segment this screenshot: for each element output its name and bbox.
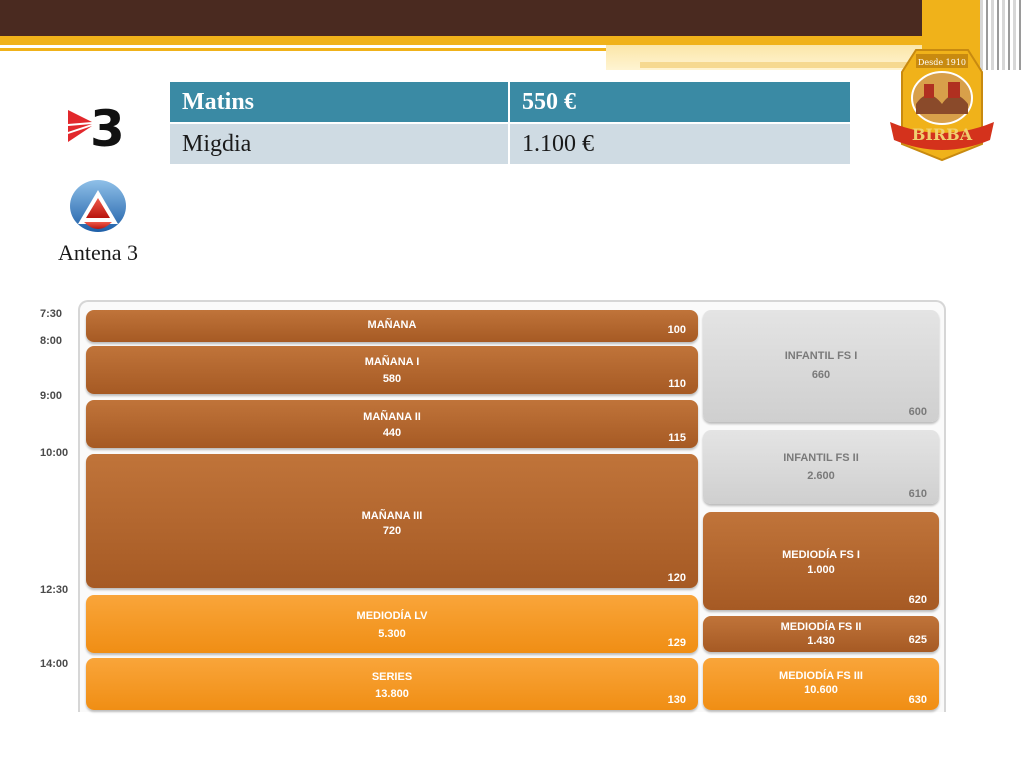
block-code: 115 (668, 432, 686, 444)
schedule-block-infantil-fs-ii: INFANTIL FS II 2.600 610 (703, 430, 939, 504)
price-table-row: Migdia 1.100 € (168, 122, 852, 166)
row-slot: Migdia (168, 122, 510, 166)
block-value: 1.430 (807, 635, 835, 647)
block-name: MAÑANA III (361, 510, 423, 522)
block-code: 129 (667, 637, 686, 649)
birba-name: BIRBA (912, 125, 973, 144)
block-value: 580 (382, 373, 402, 385)
birba-logo: Desde 1910 BIRBA (886, 44, 998, 164)
antena3-icon (70, 180, 126, 232)
birba-tagline: Desde 1910 (918, 58, 966, 67)
antena3-name: Antena 3 (57, 240, 139, 265)
block-value: 2.600 (807, 470, 835, 482)
top-banner (0, 0, 1024, 36)
schedule-block-mediodia-lv: MEDIODÍA LV 5.300 129 (86, 595, 698, 653)
block-value: 5.300 (378, 628, 406, 640)
header-price: 550 € (508, 80, 852, 124)
block-name: MEDIODÍA FS I (782, 549, 860, 561)
block-code: 120 (667, 572, 686, 584)
time-label: 7:30 (40, 308, 63, 320)
schedule-block-mediodia-fs-iii: MEDIODÍA FS III 10.600 630 (703, 658, 939, 710)
block-name: MAÑANA (367, 319, 417, 331)
header-slot: Matins (168, 80, 510, 124)
price-table: Matins 550 € Migdia 1.100 € (168, 80, 852, 166)
price-table-header: Matins 550 € (168, 80, 852, 124)
block-name: MEDIODÍA FS III (779, 670, 863, 682)
time-label: 14:00 (40, 658, 69, 670)
schedule-block-manana: MAÑANA 100 (86, 310, 698, 342)
schedule-block-infantil-fs-i: INFANTIL FS I 660 600 (703, 310, 939, 422)
schedule-block-manana-iii: MAÑANA III 720 120 (86, 454, 698, 588)
block-value: 720 (382, 525, 402, 537)
time-label: 9:00 (40, 390, 63, 402)
gold-stripe (0, 36, 940, 45)
svg-text:3: 3 (90, 100, 125, 150)
block-name: INFANTIL FS II (783, 452, 859, 464)
block-name: MEDIODÍA FS II (780, 621, 862, 633)
block-value: 660 (811, 369, 831, 381)
time-axis: 7:30 8:00 9:00 10:00 12:30 14:00 (40, 300, 80, 720)
antena3-logo: Antena 3 (50, 178, 146, 270)
block-code: 610 (908, 488, 927, 500)
block-value: 1.000 (807, 564, 835, 576)
tv3-logo: 3 (66, 98, 128, 158)
block-code: 620 (908, 594, 927, 606)
schedule-block-manana-ii: MAÑANA II 440 115 (86, 400, 698, 448)
block-code: 130 (667, 694, 686, 706)
block-name: SERIES (371, 671, 413, 683)
block-code: 110 (668, 378, 686, 390)
time-label: 8:00 (40, 335, 63, 347)
cream-stripe-inner (640, 62, 922, 68)
row-price: 1.100 € (508, 122, 852, 166)
gold-line (0, 48, 606, 51)
block-code: 100 (667, 324, 686, 336)
schedule-block-series: SERIES 13.800 130 (86, 658, 698, 710)
schedule-block-manana-i: MAÑANA I 580 110 (86, 346, 698, 394)
time-label: 12:30 (40, 584, 69, 596)
block-name: MAÑANA I (364, 356, 420, 368)
block-code: 625 (908, 634, 927, 646)
block-name: INFANTIL FS I (784, 350, 858, 362)
block-code: 630 (908, 694, 927, 706)
block-name: MAÑANA II (363, 411, 421, 423)
schedule-block-mediodia-fs-i: MEDIODÍA FS I 1.000 620 (703, 512, 939, 610)
block-value: 440 (382, 427, 402, 439)
time-label: 10:00 (40, 447, 69, 459)
block-value: 13.800 (375, 688, 409, 700)
block-name: MEDIODÍA LV (356, 610, 428, 622)
block-code: 600 (908, 406, 927, 418)
schedule-block-mediodia-fs-ii: MEDIODÍA FS II 1.430 625 (703, 616, 939, 652)
block-value: 10.600 (804, 684, 838, 696)
